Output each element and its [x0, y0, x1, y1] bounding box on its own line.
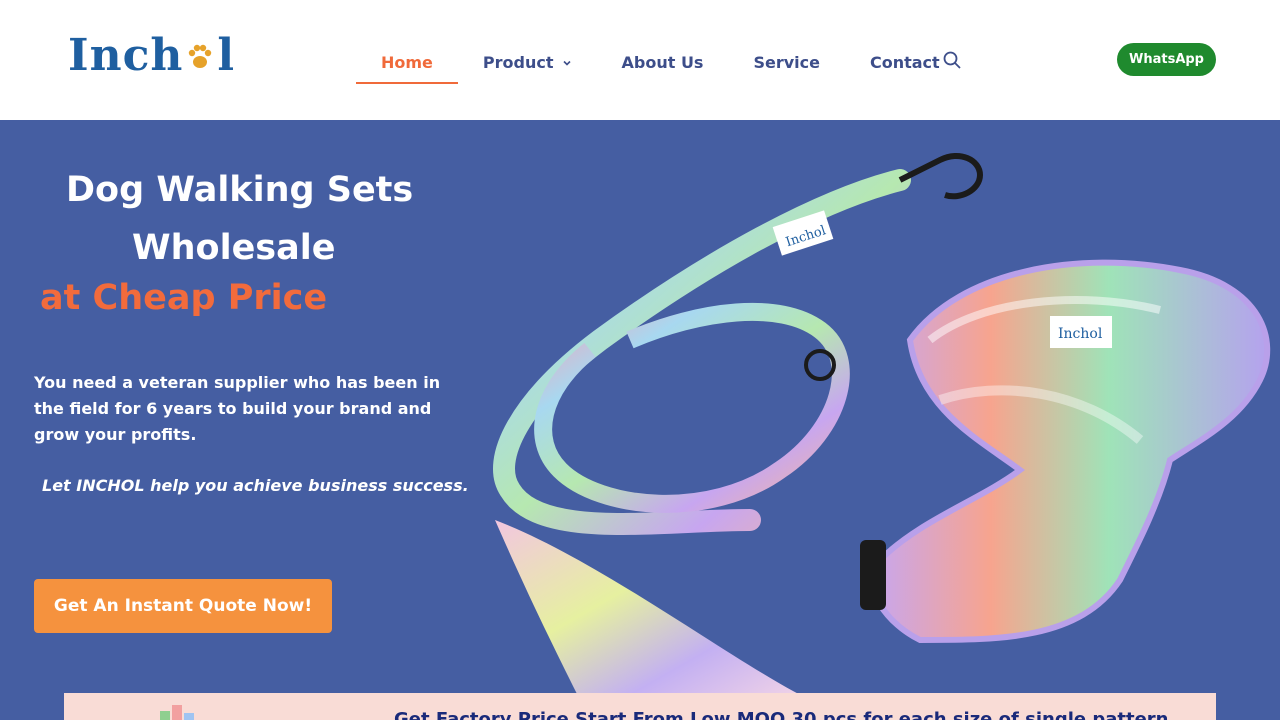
nav-about-us[interactable]: About Us	[597, 40, 729, 84]
nav-product-label: Product	[482, 52, 554, 72]
nav-product[interactable]: Product	[458, 40, 597, 84]
main-nav: Home Product About Us Service Contact	[356, 40, 965, 84]
product-image: Inchol Inchol	[493, 153, 1271, 700]
search-icon[interactable]	[942, 50, 962, 70]
hero-title-line1: Dog Walking Sets	[66, 170, 414, 210]
site-header: Inch l Home Product About Us Service Con…	[0, 0, 1280, 120]
hero-tagline: Let INCHOL help you achieve business suc…	[42, 476, 469, 495]
nav-home-label: Home	[381, 52, 433, 72]
nav-contact-label: Contact	[869, 52, 940, 72]
nav-service[interactable]: Service	[728, 40, 845, 84]
hero-description: You need a veteran supplier who has been…	[34, 373, 441, 444]
nav-about-label: About Us	[621, 52, 704, 72]
get-quote-button[interactable]: Get An Instant Quote Now!	[34, 579, 332, 633]
whatsapp-button[interactable]: WhatsApp	[1117, 43, 1216, 76]
nav-service-label: Service	[753, 52, 820, 72]
hero-title-line2: Wholesale	[132, 228, 336, 268]
hero-banner: Dog Walking Sets Wholesale at Cheap Pric…	[0, 120, 1280, 720]
factory-icon	[160, 705, 194, 720]
brand-name: Inch	[68, 30, 184, 81]
brand-logo[interactable]: Inch l	[68, 30, 235, 81]
hero-title-line3: at Cheap Price	[40, 278, 328, 318]
promo-banner: Get Factory Price Start From Low MOQ 30 …	[64, 693, 1216, 720]
nav-home[interactable]: Home	[356, 40, 458, 84]
promo-text: Get Factory Price Start From Low MOQ 30 …	[394, 709, 1169, 720]
paw-icon	[185, 38, 217, 74]
harness-tag-text: Inchol	[1058, 326, 1103, 342]
chevron-down-icon	[562, 53, 572, 72]
brand-name-tail: l	[217, 30, 236, 81]
